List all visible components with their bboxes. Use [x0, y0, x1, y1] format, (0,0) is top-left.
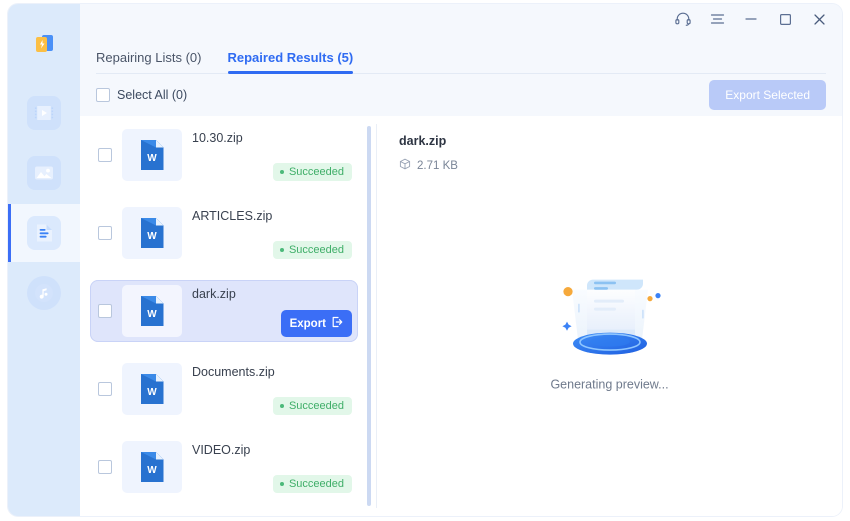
- file-repair-logo-icon: [27, 27, 61, 61]
- file-list-scrollbar-thumb[interactable]: [367, 126, 371, 506]
- preview-file-name: dark.zip: [399, 134, 447, 148]
- status-dot-icon: [279, 248, 284, 252]
- file-checkbox[interactable]: [98, 382, 112, 396]
- status-badge-label: Succeeded: [288, 478, 344, 490]
- document-scroll-on-disc-illustration: [550, 252, 670, 362]
- status-dot-icon: [279, 482, 284, 486]
- file-list-panel: W 10.30.zip Succeeded W ARTICLES.zip Suc…: [80, 116, 376, 516]
- file-list-scrollbar[interactable]: [367, 126, 371, 508]
- word-file-icon: W: [122, 285, 182, 337]
- file-meta: 10.30.zip Succeeded: [192, 129, 352, 181]
- tab-bar-rule: [96, 73, 826, 74]
- title-bar: [80, 4, 842, 34]
- preview-file-size-row: 2.71 KB: [399, 158, 842, 173]
- svg-text:W: W: [147, 309, 157, 320]
- status-badge: Succeeded: [272, 397, 352, 415]
- status-badge: Succeeded: [272, 163, 352, 181]
- file-list-item-selected[interactable]: W dark.zip Export: [90, 280, 358, 342]
- status-badge-label: Succeeded: [288, 400, 344, 412]
- file-checkbox[interactable]: [98, 460, 112, 474]
- status-badge-label: Succeeded: [288, 244, 344, 256]
- file-checkbox[interactable]: [98, 148, 112, 162]
- file-list-item[interactable]: W ARTICLES.zip Succeeded: [90, 202, 358, 264]
- image-icon: [27, 156, 61, 190]
- file-checkbox[interactable]: [98, 304, 112, 318]
- file-name: 10.30.zip: [192, 131, 243, 145]
- select-all-label: Select All (0): [117, 88, 188, 102]
- file-meta: Documents.zip Succeeded: [192, 363, 352, 415]
- package-box-icon: [399, 158, 411, 173]
- file-list-item[interactable]: W Documents.zip Succeeded: [90, 358, 358, 420]
- file-status-line: Succeeded: [192, 475, 352, 493]
- file-name: VIDEO.zip: [192, 443, 251, 457]
- status-dot-icon: [279, 170, 284, 174]
- tab-repairing-lists[interactable]: Repairing Lists (0): [96, 50, 202, 74]
- file-checkbox[interactable]: [98, 226, 112, 240]
- app-window: Repairing Lists (0) Repaired Results (5)…: [8, 4, 842, 516]
- file-status-line: Succeeded: [192, 163, 352, 181]
- file-list-item[interactable]: W VIDEO.zip Succeeded: [90, 436, 358, 498]
- tab-bar: Repairing Lists (0) Repaired Results (5): [80, 34, 842, 74]
- minimize-icon[interactable]: [742, 10, 760, 28]
- file-name: dark.zip: [192, 287, 236, 301]
- export-row-label: Export: [289, 317, 326, 330]
- main-area: Repairing Lists (0) Repaired Results (5)…: [80, 4, 842, 516]
- export-selected-button[interactable]: Export Selected: [709, 80, 826, 110]
- svg-text:W: W: [147, 231, 157, 242]
- svg-text:W: W: [147, 153, 157, 164]
- select-all-control[interactable]: Select All (0): [96, 88, 187, 102]
- file-meta: VIDEO.zip Succeeded: [192, 441, 352, 493]
- menu-icon[interactable]: [708, 10, 726, 28]
- file-status-line: Succeeded: [192, 241, 352, 259]
- close-icon[interactable]: [810, 10, 828, 28]
- file-name: Documents.zip: [192, 365, 275, 379]
- video-icon: [27, 96, 61, 130]
- music-note-icon: [27, 276, 61, 310]
- select-all-checkbox[interactable]: [96, 88, 110, 102]
- support-headset-icon[interactable]: [674, 10, 692, 28]
- file-status-line: Export: [192, 310, 352, 337]
- preview-file-size: 2.71 KB: [417, 159, 458, 172]
- sidebar-item-audio[interactable]: [8, 264, 80, 322]
- word-file-icon: W: [122, 363, 182, 415]
- svg-text:W: W: [147, 387, 157, 398]
- status-badge-label: Succeeded: [288, 166, 344, 178]
- file-meta: dark.zip Export: [192, 285, 352, 337]
- word-file-icon: W: [122, 129, 182, 181]
- document-icon: [27, 216, 61, 250]
- list-toolbar: Select All (0) Export Selected: [80, 74, 842, 116]
- tab-repaired-results[interactable]: Repaired Results (5): [227, 50, 353, 74]
- generating-preview-label: Generating preview...: [550, 377, 669, 392]
- sidebar-item-file[interactable]: [8, 204, 80, 262]
- file-status-line: Succeeded: [192, 397, 352, 415]
- word-file-icon: W: [122, 207, 182, 259]
- export-arrow-icon: [331, 316, 343, 331]
- status-badge: Succeeded: [272, 241, 352, 259]
- sidebar: [8, 4, 80, 516]
- file-meta: ARTICLES.zip Succeeded: [192, 207, 352, 259]
- sidebar-item-photo[interactable]: [8, 144, 80, 202]
- maximize-icon[interactable]: [776, 10, 794, 28]
- file-name: ARTICLES.zip: [192, 209, 273, 223]
- sidebar-item-video[interactable]: [8, 84, 80, 142]
- preview-placeholder: Generating preview...: [377, 252, 842, 392]
- file-list-item[interactable]: W 10.30.zip Succeeded: [90, 124, 358, 186]
- file-list-scroll[interactable]: W 10.30.zip Succeeded W ARTICLES.zip Suc…: [80, 124, 376, 516]
- export-row-button[interactable]: Export: [280, 310, 352, 337]
- status-badge: Succeeded: [272, 475, 352, 493]
- word-file-icon: W: [122, 441, 182, 493]
- status-dot-icon: [279, 404, 284, 408]
- content-area: W 10.30.zip Succeeded W ARTICLES.zip Suc…: [80, 116, 842, 516]
- sidebar-item-logo[interactable]: [8, 18, 80, 70]
- svg-text:W: W: [147, 465, 157, 476]
- preview-panel: dark.zip 2.71 KB Generating preview...: [377, 116, 842, 516]
